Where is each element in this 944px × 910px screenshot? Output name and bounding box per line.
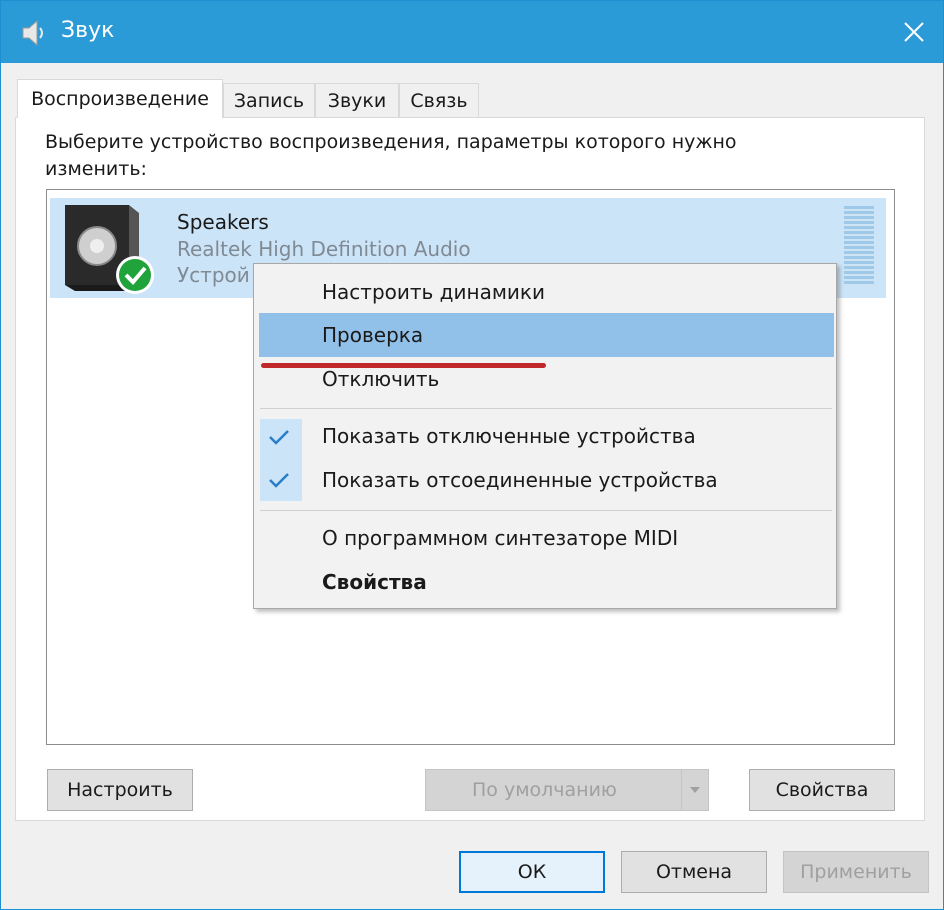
tab-sounds[interactable]: Звуки [315, 83, 399, 117]
menu-item-properties[interactable]: Свойства [322, 570, 427, 594]
tab-label: Звуки [327, 90, 387, 112]
apply-button[interactable]: Применить [783, 851, 929, 893]
cancel-button[interactable]: Отмена [621, 851, 767, 893]
context-menu: Настроить динамики Проверка Отключить По… [253, 263, 837, 609]
speaker-icon [22, 19, 43, 47]
device-status: Устрой [177, 263, 250, 287]
button-label: Отмена [655, 861, 733, 883]
button-label: Настроить [67, 779, 173, 801]
menu-item-disable[interactable]: Отключить [322, 367, 439, 391]
chevron-down-icon [690, 787, 700, 793]
menu-item-test[interactable]: Проверка [322, 323, 423, 347]
button-label: Свойства [775, 779, 869, 801]
check-icon [269, 430, 289, 445]
check-icon [269, 473, 289, 488]
menu-item-show-disabled[interactable]: Показать отключенные устройства [322, 424, 696, 448]
set-default-dropdown[interactable] [681, 770, 708, 810]
speaker-device-icon [65, 205, 154, 294]
check-circle-icon [116, 256, 154, 294]
title-bar: Звук [1, 1, 943, 63]
instruction-text: Выберите устройство воспроизведения, пар… [45, 131, 737, 180]
tab-recording[interactable]: Запись [223, 83, 315, 117]
device-name: Speakers [177, 210, 269, 234]
menu-item-show-disconnected[interactable]: Показать отсоединенные устройства [322, 468, 718, 492]
sound-dialog: Звук Воспроизведение Запись Звуки Связь … [0, 0, 944, 910]
button-label: По умолчанию [472, 779, 617, 801]
tab-playback[interactable]: Воспроизведение [17, 79, 223, 118]
menu-separator [260, 510, 832, 511]
button-label: Применить [800, 861, 912, 883]
annotation-underline [261, 363, 546, 368]
properties-button[interactable]: Свойства [749, 769, 895, 811]
tab-label: Воспроизведение [31, 88, 209, 110]
button-label: ОК [517, 861, 547, 883]
close-icon [904, 22, 924, 42]
menu-item-configure-speakers[interactable]: Настроить динамики [322, 280, 545, 304]
ok-button[interactable]: ОК [459, 851, 605, 893]
menu-item-midi-about[interactable]: О программном синтезаторе MIDI [322, 526, 678, 550]
tab-label: Связь [410, 90, 468, 112]
volume-level-meter [844, 206, 874, 286]
window-title: Звук [61, 18, 115, 43]
set-default-button[interactable]: По умолчанию [425, 769, 709, 811]
configure-button[interactable]: Настроить [47, 769, 193, 811]
tab-communications[interactable]: Связь [399, 83, 479, 117]
close-button[interactable] [885, 1, 943, 63]
device-driver: Realtek High Definition Audio [177, 237, 471, 261]
tab-label: Запись [233, 90, 305, 112]
menu-separator [260, 408, 832, 409]
